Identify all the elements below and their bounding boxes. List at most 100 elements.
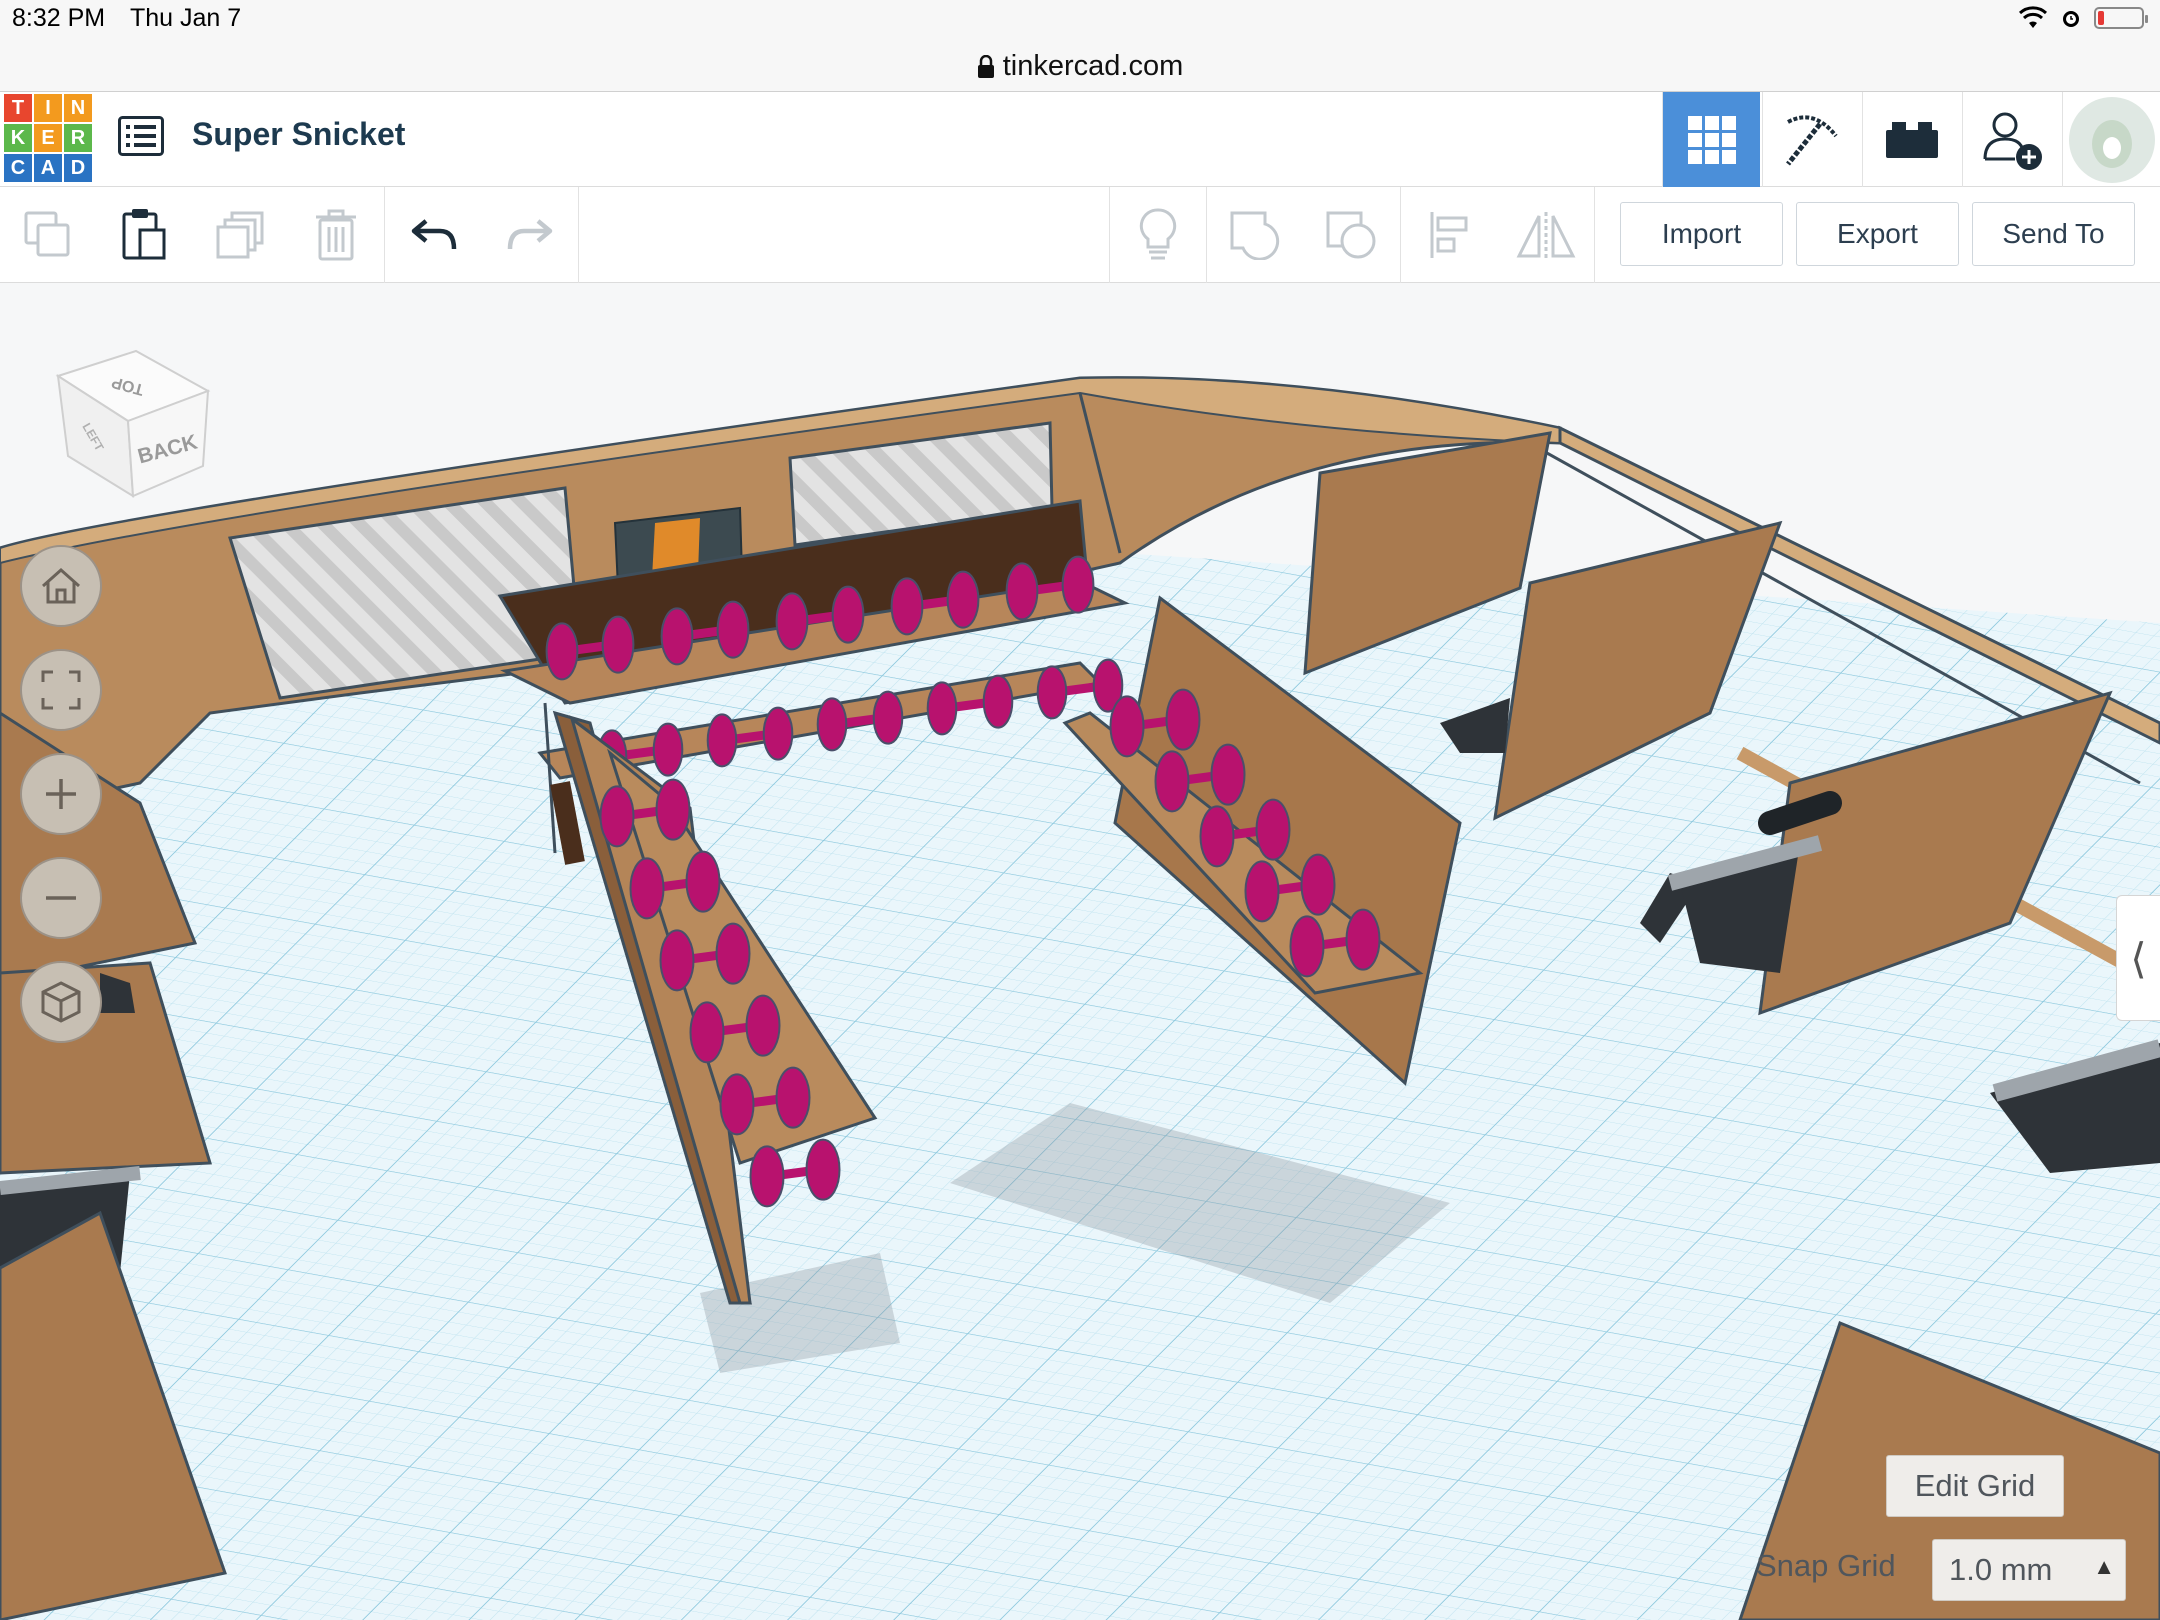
dumbbell-plate <box>629 857 665 920</box>
undo-icon <box>411 219 457 250</box>
delete-button[interactable] <box>288 187 384 283</box>
dumbbell-plate <box>689 1001 725 1064</box>
dumbbell-plate <box>775 1066 811 1129</box>
shapes-panel-toggle[interactable]: ⟨ <box>2116 895 2160 1021</box>
app-header: TIN KER CAD Super Snicket <box>0 92 2160 187</box>
snap-grid-select[interactable]: 1.0 mm ▲ <box>1932 1539 2126 1601</box>
lock-icon <box>977 54 994 78</box>
dumbbell-plate <box>872 690 904 745</box>
mirror-button[interactable] <box>1498 187 1594 283</box>
perspective-toggle-button[interactable] <box>20 961 102 1043</box>
zoom-in-button[interactable] <box>20 753 102 835</box>
redo-icon <box>507 219 553 250</box>
dumbbell-plate <box>1061 555 1095 614</box>
view-cube[interactable]: TOP BACK LEFT <box>48 331 218 501</box>
dumbbell-plate <box>890 577 924 636</box>
alarm-icon <box>2063 11 2079 27</box>
dumbbell-plate <box>685 850 721 913</box>
send-to-button[interactable]: Send To <box>1972 202 2135 266</box>
fit-view-icon <box>41 670 81 710</box>
duplicate-button[interactable] <box>192 187 288 283</box>
dumbbell-plate <box>775 592 809 651</box>
bricks-icon <box>1885 121 1938 158</box>
zoom-out-button[interactable] <box>20 857 102 939</box>
logo-letter: K <box>4 124 32 152</box>
logo-letter: D <box>64 154 92 182</box>
dumbbell-plate <box>716 600 750 659</box>
home-view-button[interactable] <box>20 545 102 627</box>
fit-view-button[interactable] <box>20 649 102 731</box>
zoom-in-icon <box>46 779 76 809</box>
group-icon <box>1230 211 1280 260</box>
logo-letter: N <box>64 94 92 122</box>
redo-button[interactable] <box>482 187 578 283</box>
mirror-icon <box>1516 212 1576 258</box>
design-title[interactable]: Super Snicket <box>192 116 405 153</box>
dumbbell-plate <box>926 681 958 736</box>
dumbbell-plate <box>1199 805 1235 868</box>
edit-grid-button[interactable]: Edit Grid <box>1886 1455 2064 1517</box>
dumbbell-plate <box>545 622 579 681</box>
logo-letter: E <box>34 124 62 152</box>
dumbbell-plate <box>1005 562 1039 621</box>
align-icon <box>1430 212 1468 258</box>
workplane-viewport[interactable]: TOP BACK LEFT ⟨ Edit Grid Snap Grid 1.0 … <box>0 283 2160 1620</box>
dumbbell-plate <box>715 922 751 985</box>
dumbbell-plate <box>652 722 684 777</box>
light-bulb-icon <box>1139 208 1177 260</box>
logo-letter: R <box>64 124 92 152</box>
dumbbell-plate <box>1154 750 1190 813</box>
wifi-icon <box>2018 6 2048 28</box>
3d-scene[interactable] <box>0 283 2160 1620</box>
logo-letter: C <box>4 154 32 182</box>
dumbbell-plate <box>745 994 781 1057</box>
logo-letter: I <box>34 94 62 122</box>
caret-up-icon: ▲ <box>2093 1554 2115 1579</box>
copy-button[interactable] <box>0 187 96 283</box>
notes-button[interactable] <box>1110 187 1206 283</box>
dumbbell-plate <box>816 697 848 752</box>
invite-user-button[interactable] <box>1962 92 2060 187</box>
import-button[interactable]: Import <box>1620 202 1783 266</box>
status-time: 8:32 PM <box>12 4 106 32</box>
tinkercad-logo[interactable]: TIN KER CAD <box>4 94 92 182</box>
dumbbell-plate <box>655 778 691 841</box>
dumbbell-plate <box>1289 915 1325 978</box>
dumbbell-plate <box>1210 743 1246 806</box>
perspective-icon <box>41 981 81 1023</box>
url-text[interactable]: tinkercad.com <box>1003 50 1184 83</box>
snap-grid-label: Snap Grid <box>1756 1548 1896 1583</box>
grid-icon <box>1687 115 1736 164</box>
user-avatar[interactable] <box>2062 92 2160 187</box>
codeblocks-mode-button[interactable] <box>1862 92 1960 187</box>
align-button[interactable] <box>1402 187 1498 283</box>
delete-icon <box>316 209 356 261</box>
3d-design-mode-button[interactable] <box>1662 92 1760 187</box>
list-icon <box>118 116 164 156</box>
pickaxe-icon <box>1785 114 1838 166</box>
dumbbell-plate <box>719 1073 755 1136</box>
zoom-out-icon <box>46 896 76 900</box>
status-icons <box>2018 6 2148 30</box>
paste-button[interactable] <box>96 187 192 283</box>
ungroup-button[interactable] <box>1304 187 1400 283</box>
export-button[interactable]: Export <box>1796 202 1959 266</box>
circuits-mode-button[interactable] <box>1762 92 1860 187</box>
design-list-button[interactable] <box>115 110 167 162</box>
dumbbell-plate <box>601 615 635 674</box>
dumbbell-plate <box>659 929 695 992</box>
undo-button[interactable] <box>386 187 482 283</box>
dumbbell-plate <box>1345 908 1381 971</box>
browser-url-bar[interactable]: tinkercad.com <box>0 42 2160 92</box>
dumbbell-plate <box>599 785 635 848</box>
dumbbell-plate <box>1109 695 1145 758</box>
copy-icon <box>24 211 70 257</box>
avatar <box>2068 96 2155 183</box>
home-icon <box>42 567 80 604</box>
logo-letter: T <box>4 94 32 122</box>
dumbbell-plate <box>749 1145 785 1208</box>
logo-letter: A <box>34 154 62 182</box>
status-date: Thu Jan 7 <box>130 4 242 32</box>
dumbbell-plate <box>946 570 980 629</box>
group-button[interactable] <box>1208 187 1304 283</box>
